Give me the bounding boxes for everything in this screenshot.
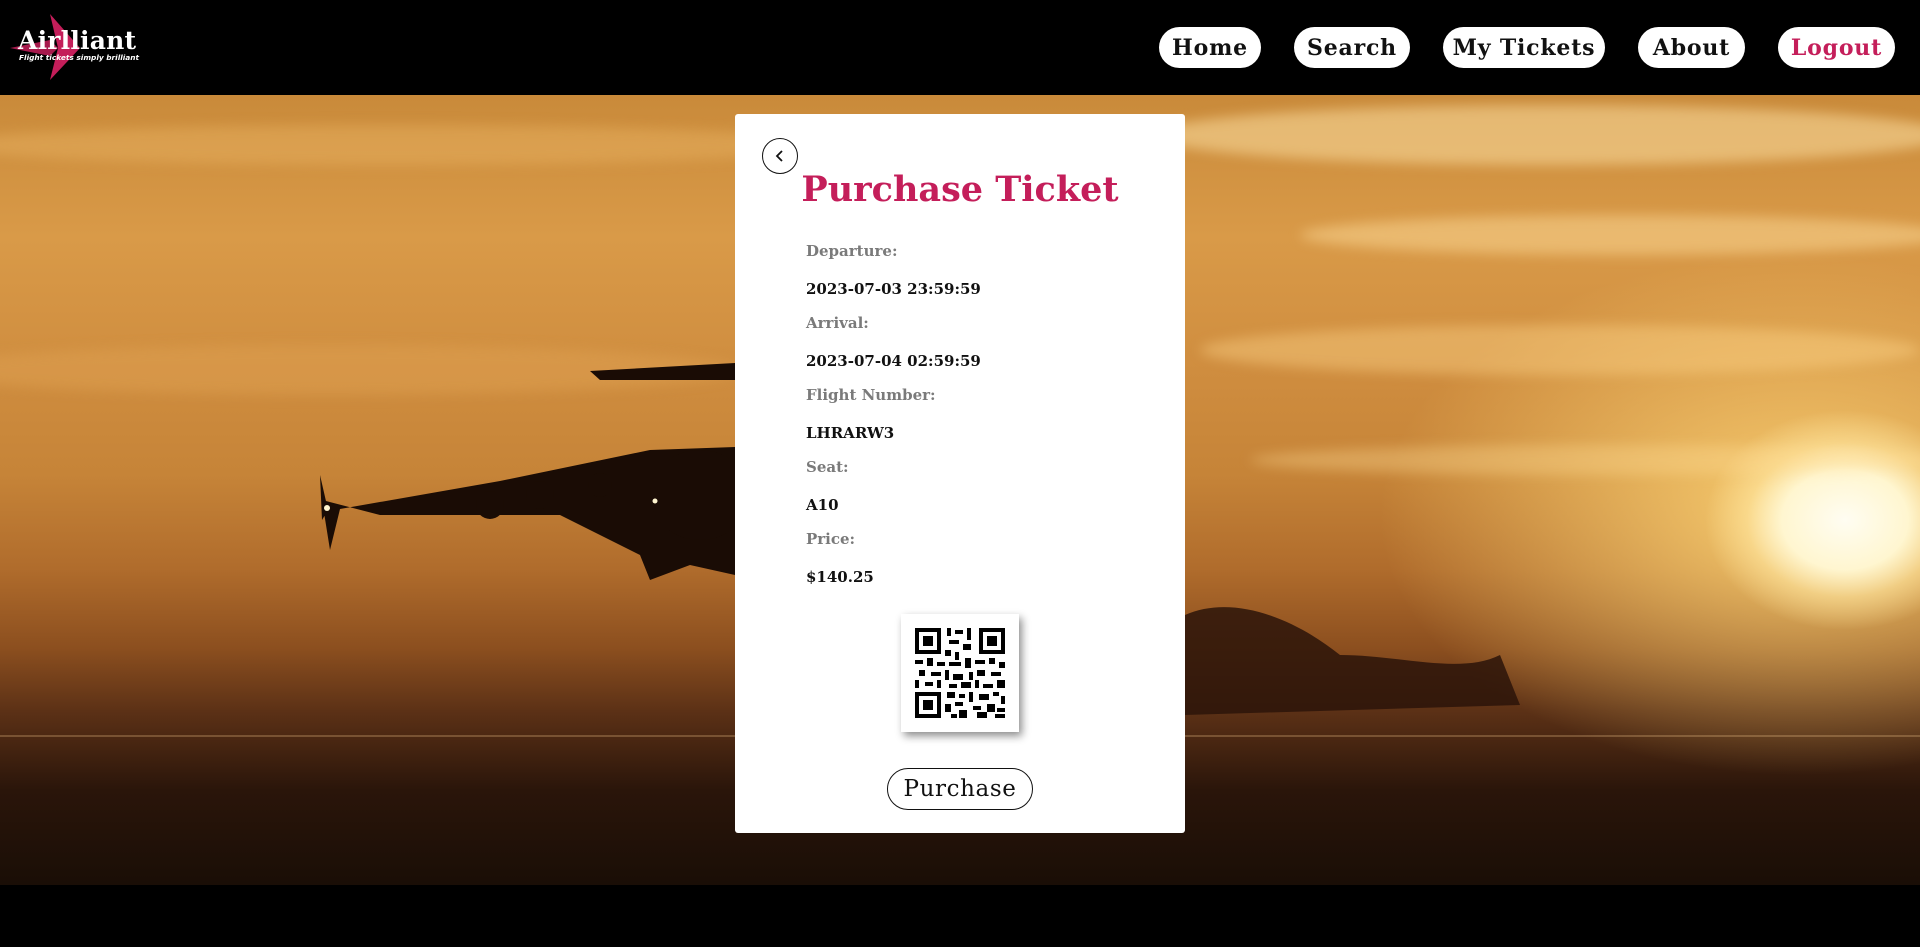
purchase-button[interactable]: Purchase [887, 768, 1033, 810]
top-navigation-bar: Airlliant Flight tickets simply brillian… [0, 0, 1920, 95]
seat-value: A10 [806, 496, 839, 514]
price-value: $140.25 [806, 568, 874, 586]
seat-label: Seat: [806, 458, 849, 476]
departure-label: Departure: [806, 242, 898, 260]
nav-my-tickets[interactable]: My Tickets [1443, 27, 1605, 68]
nav-home[interactable]: Home [1159, 27, 1261, 68]
qr-code-icon [901, 614, 1019, 732]
page-title: Purchase Ticket [801, 169, 1119, 210]
flight-number-label: Flight Number: [806, 386, 936, 404]
arrival-value: 2023-07-04 02:59:59 [806, 352, 981, 370]
nav-search[interactable]: Search [1294, 27, 1410, 68]
nav-logout[interactable]: Logout [1778, 27, 1895, 68]
nav-about[interactable]: About [1638, 27, 1745, 68]
purchase-ticket-card: Purchase Ticket Departure: 2023-07-03 23… [735, 114, 1185, 833]
main-nav: Home Search My Tickets About Logout [0, 27, 1920, 68]
departure-value: 2023-07-03 23:59:59 [806, 280, 981, 298]
chevron-left-icon [775, 150, 783, 162]
arrival-label: Arrival: [806, 314, 869, 332]
page-footer-band [0, 885, 1920, 947]
price-label: Price: [806, 530, 856, 548]
flight-number-value: LHRARW3 [806, 424, 895, 442]
